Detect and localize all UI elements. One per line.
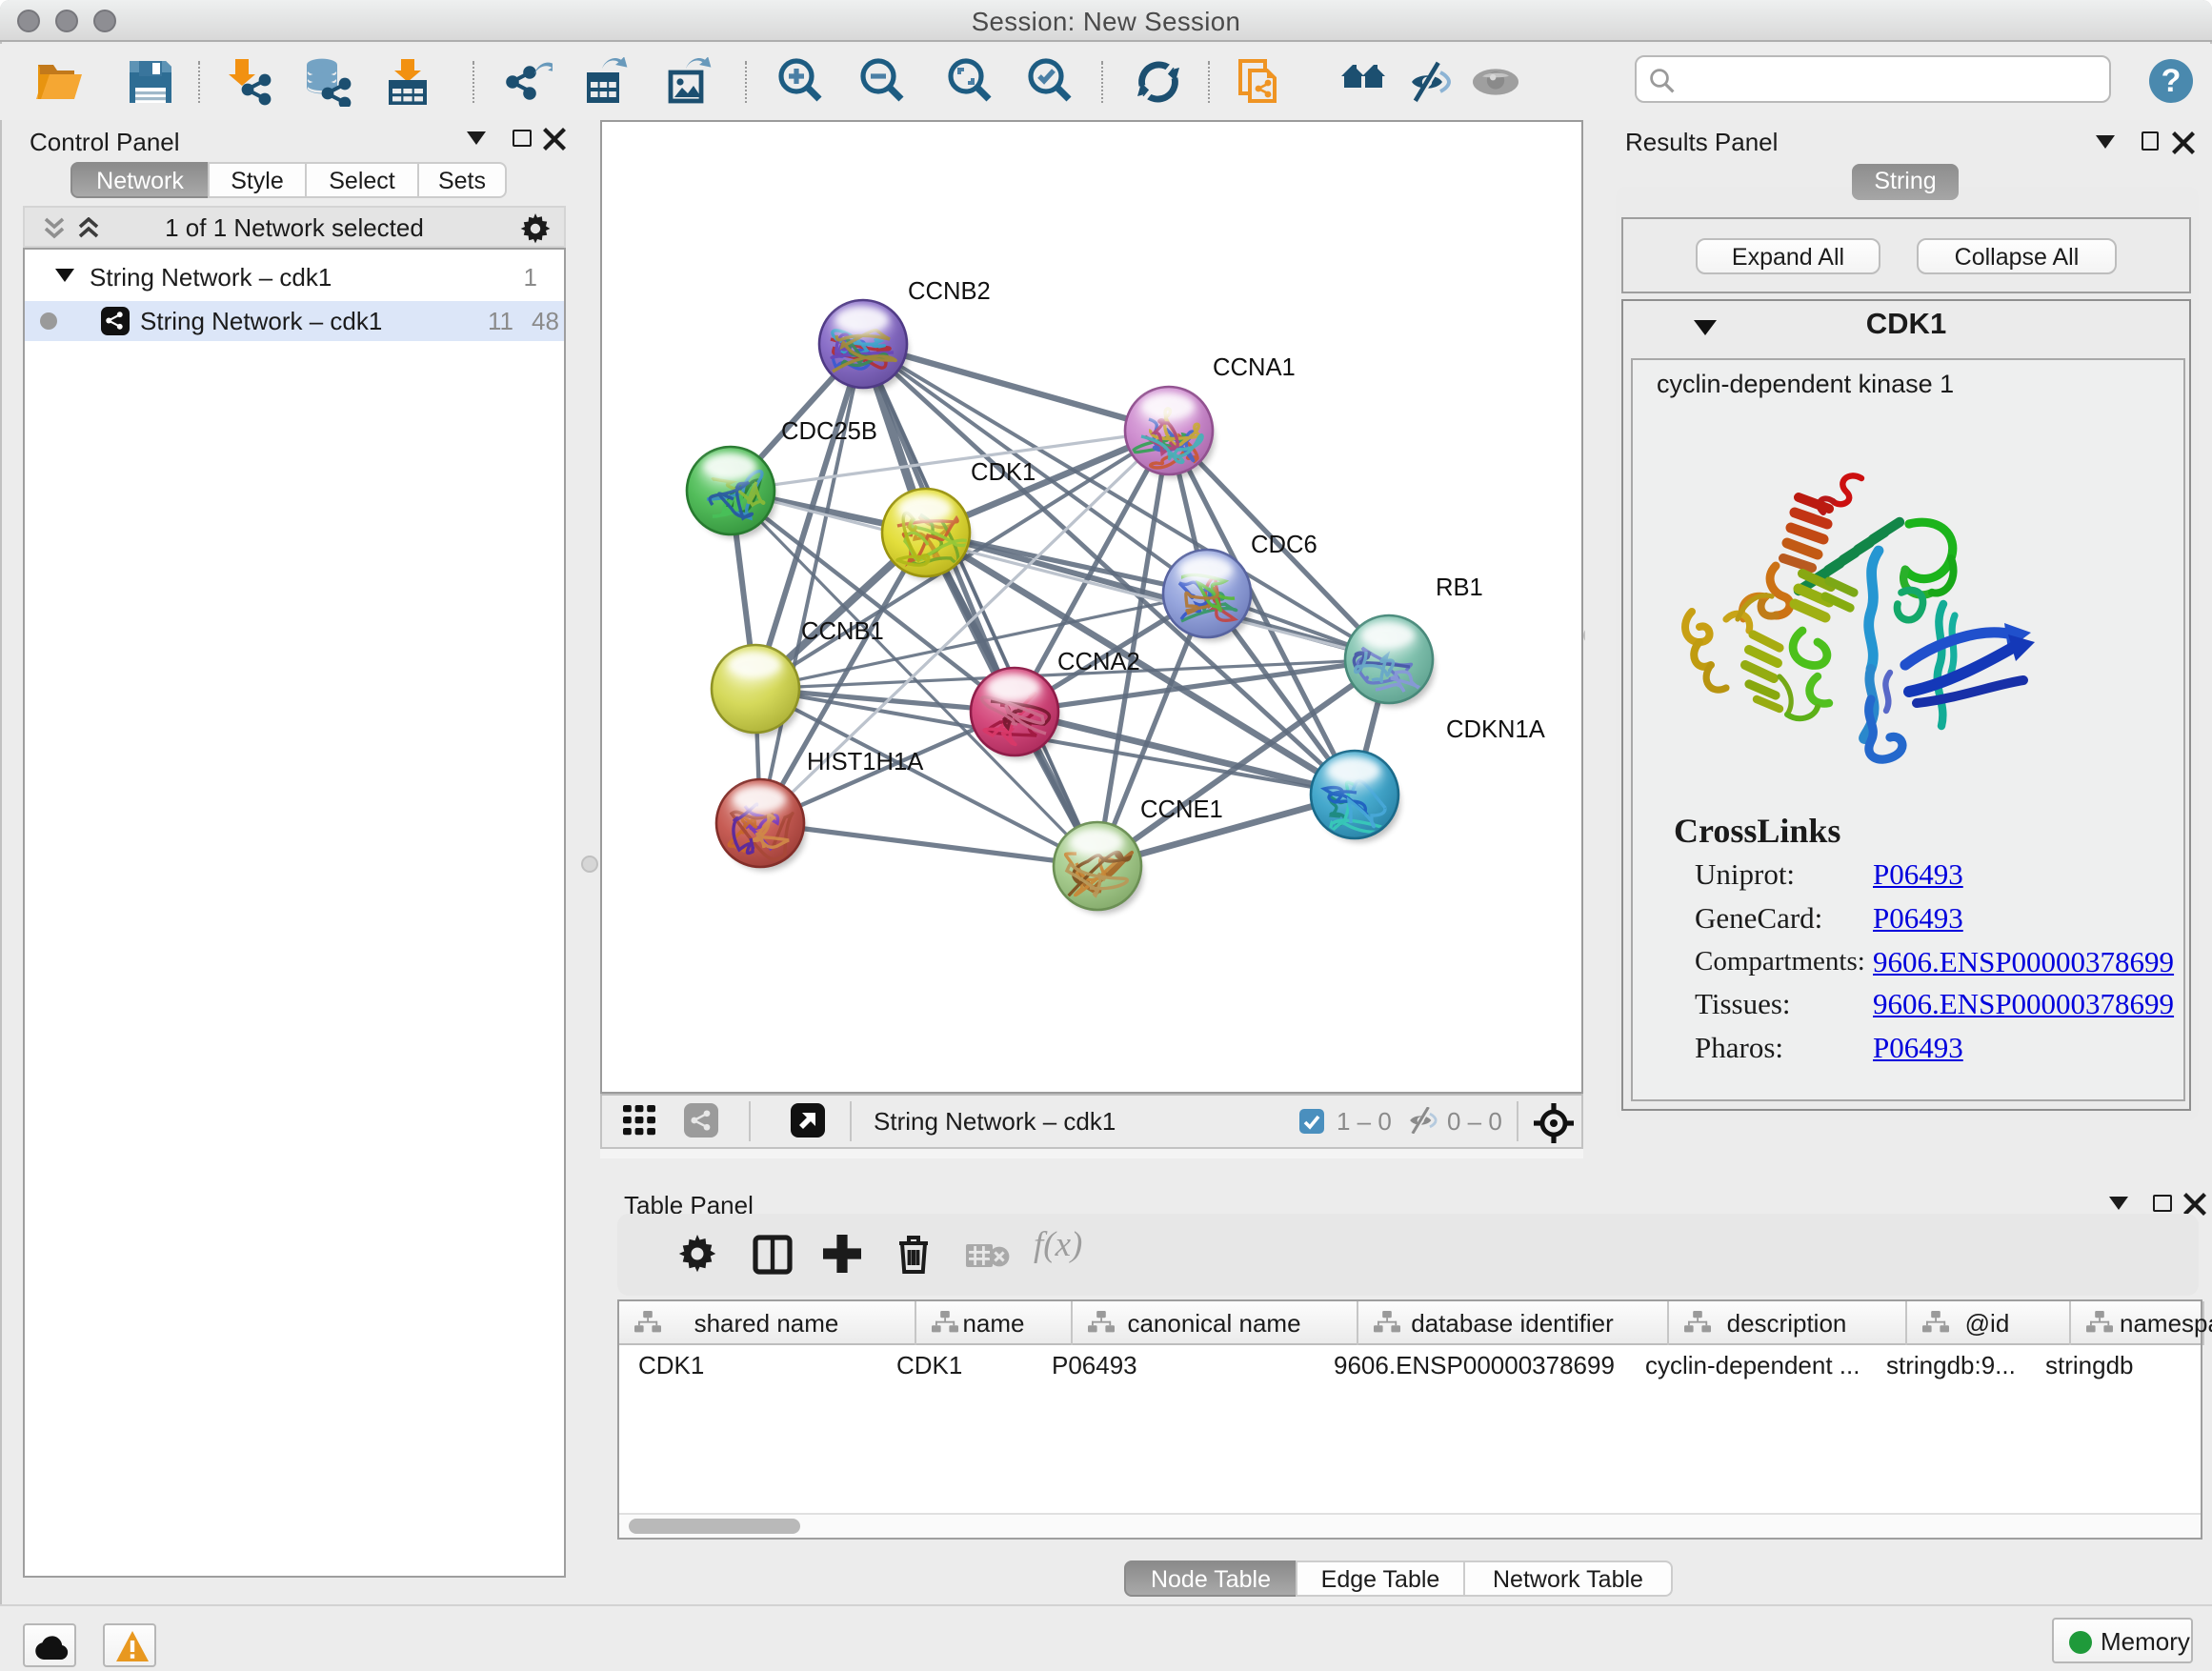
svg-text:RB1: RB1	[1435, 574, 1482, 600]
svg-text:CCNB1: CCNB1	[800, 617, 883, 644]
svg-text:CDK1: CDK1	[970, 458, 1035, 485]
svg-text:HIST1H1A: HIST1H1A	[806, 748, 923, 775]
svg-text:CCNB2: CCNB2	[907, 277, 990, 304]
svg-text:CDC25B: CDC25B	[780, 417, 876, 444]
svg-text:CDKN1A: CDKN1A	[1445, 715, 1545, 742]
svg-text:CCNE1: CCNE1	[1139, 795, 1222, 822]
svg-text:CDC6: CDC6	[1250, 531, 1317, 557]
svg-text:CCNA2: CCNA2	[1056, 648, 1139, 674]
svg-text:CCNA1: CCNA1	[1212, 353, 1295, 380]
